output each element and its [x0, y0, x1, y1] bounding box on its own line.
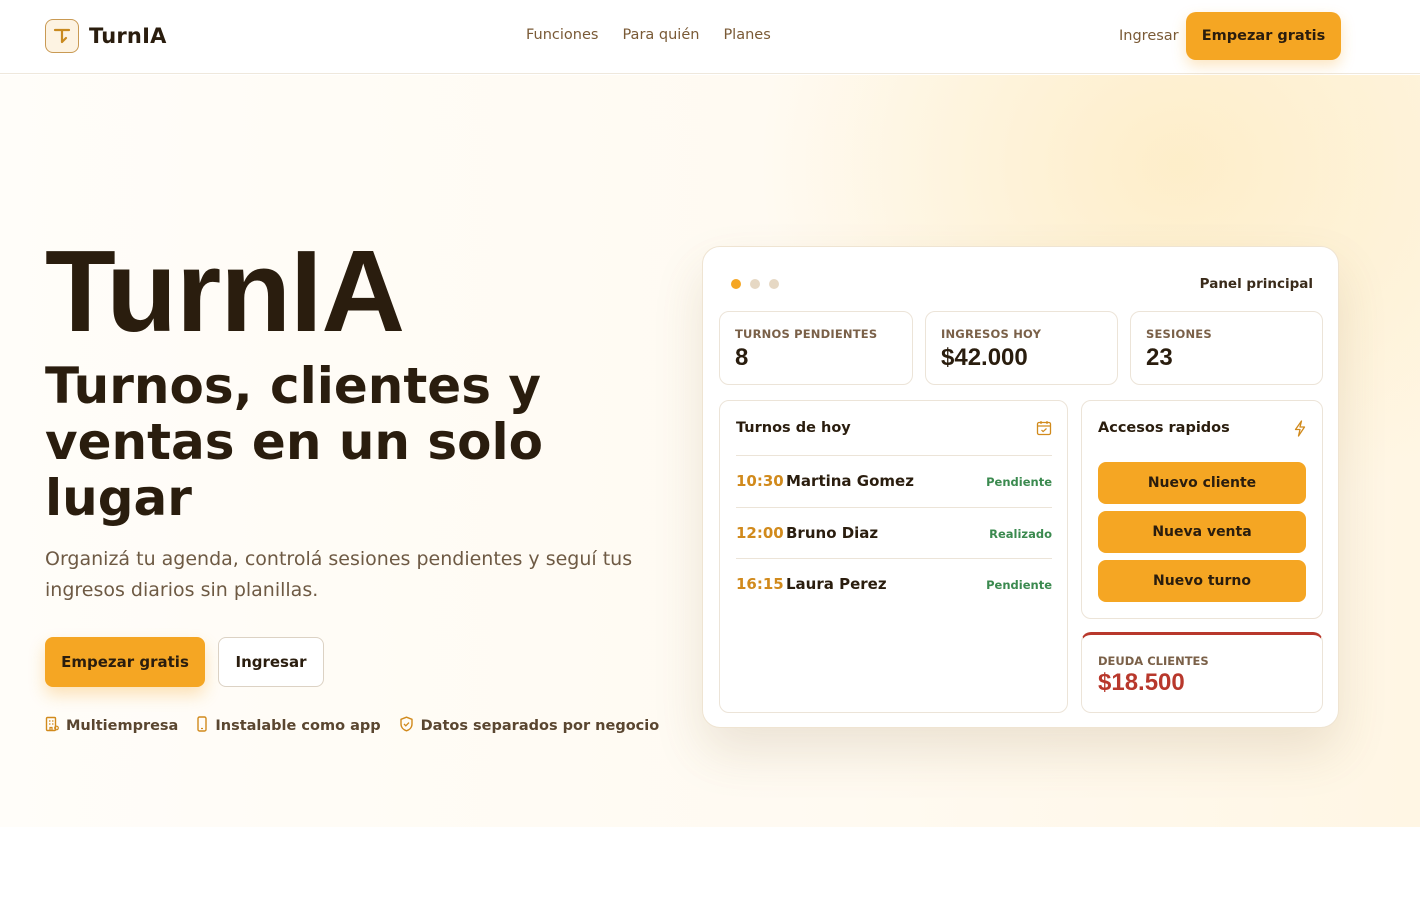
- stat-label: SESIONES: [1146, 327, 1212, 341]
- building-icon: [45, 716, 59, 736]
- brand-logo-icon: [45, 19, 79, 53]
- appointment-row[interactable]: 16:15 Laura Perez Pendiente: [736, 558, 1052, 610]
- lightning-icon: [1293, 420, 1307, 441]
- appointment-client: Bruno Diaz: [786, 524, 879, 542]
- debt-value: $18.500: [1098, 669, 1185, 696]
- brand-name: TurnIA: [89, 24, 167, 48]
- brand[interactable]: TurnIA: [45, 18, 167, 54]
- quick-access-title: Accesos rapidos: [1098, 420, 1230, 436]
- feature-item: Instalable como app: [196, 716, 381, 736]
- window-dot: [750, 279, 760, 289]
- client-debt-card: DEUDA CLIENTES $18.500: [1081, 632, 1323, 713]
- stat-value: 23: [1146, 344, 1173, 371]
- appointment-status: Pendiente: [986, 578, 1052, 592]
- feature-item: Datos separados por negocio: [399, 716, 660, 736]
- nav-link-para-quien[interactable]: Para quién: [622, 27, 699, 43]
- header-login-link[interactable]: Ingresar: [1119, 28, 1179, 44]
- feature-item: Multiempresa: [45, 716, 178, 736]
- header-start-free-button[interactable]: Empezar gratis: [1186, 12, 1341, 60]
- appointment-row[interactable]: 10:30 Martina Gomez Pendiente: [736, 455, 1052, 507]
- appointment-time: 12:00: [736, 524, 784, 542]
- feature-list: Multiempresa Instalable como app Datos s…: [45, 716, 659, 736]
- panel-title: Panel principal: [1199, 276, 1313, 292]
- window-dots: [731, 279, 779, 289]
- window-dot: [731, 279, 741, 289]
- appointment-status: Realizado: [989, 527, 1052, 541]
- appointment-row[interactable]: 12:00 Bruno Diaz Realizado: [736, 507, 1052, 559]
- stat-card-sessions: SESIONES 23: [1130, 311, 1323, 385]
- appointment-time: 16:15: [736, 575, 784, 593]
- appointments-card: Turnos de hoy 10:30 Martina Gomez Pendie…: [719, 400, 1068, 713]
- new-sale-button[interactable]: Nueva venta: [1098, 511, 1306, 553]
- stat-card-pending: TURNOS PENDIENTES 8: [719, 311, 913, 385]
- new-appointment-button[interactable]: Nuevo turno: [1098, 560, 1306, 602]
- hero-subtitle: Turnos, clientes y ventas en un solo lug…: [45, 357, 544, 527]
- debt-label: DEUDA CLIENTES: [1098, 654, 1209, 668]
- appointment-time: 10:30: [736, 472, 784, 490]
- stat-card-income: INGRESOS HOY $42.000: [925, 311, 1118, 385]
- hero-description: Organizá tu agenda, controlá sesiones pe…: [45, 548, 633, 601]
- hero-title: TurnIA: [45, 226, 405, 356]
- calendar-icon[interactable]: [1036, 420, 1052, 440]
- hero-login-button[interactable]: Ingresar: [218, 637, 324, 687]
- stat-value: 8: [735, 344, 749, 371]
- nav-link-funciones[interactable]: Funciones: [526, 27, 598, 43]
- appointment-client: Laura Perez: [786, 575, 887, 593]
- appointment-status: Pendiente: [986, 475, 1052, 489]
- feature-label: Datos separados por negocio: [420, 718, 660, 734]
- hero-start-free-button[interactable]: Empezar gratis: [45, 637, 205, 687]
- feature-label: Multiempresa: [66, 718, 179, 734]
- dashboard-preview: Panel principal TURNOS PENDIENTES 8 INGR…: [702, 246, 1339, 728]
- window-dot: [769, 279, 779, 289]
- phone-icon: [196, 716, 208, 736]
- stat-label: INGRESOS HOY: [941, 327, 1042, 341]
- appointments-title: Turnos de hoy: [736, 420, 851, 436]
- shield-icon: [399, 716, 414, 736]
- nav-link-planes[interactable]: Planes: [723, 27, 770, 43]
- stat-label: TURNOS PENDIENTES: [735, 327, 878, 341]
- new-client-button[interactable]: Nuevo cliente: [1098, 462, 1306, 504]
- appointment-client: Martina Gomez: [786, 472, 914, 490]
- quick-access-card: Accesos rapidos Nuevo cliente Nueva vent…: [1081, 400, 1323, 619]
- feature-label: Instalable como app: [215, 718, 381, 734]
- stat-value: $42.000: [941, 344, 1028, 371]
- hero-actions: Empezar gratis Ingresar: [45, 637, 324, 687]
- top-navigation-bar: TurnIA Funciones Para quién Planes Ingre…: [0, 0, 1420, 74]
- main-nav: Funciones Para quién Planes: [526, 27, 771, 43]
